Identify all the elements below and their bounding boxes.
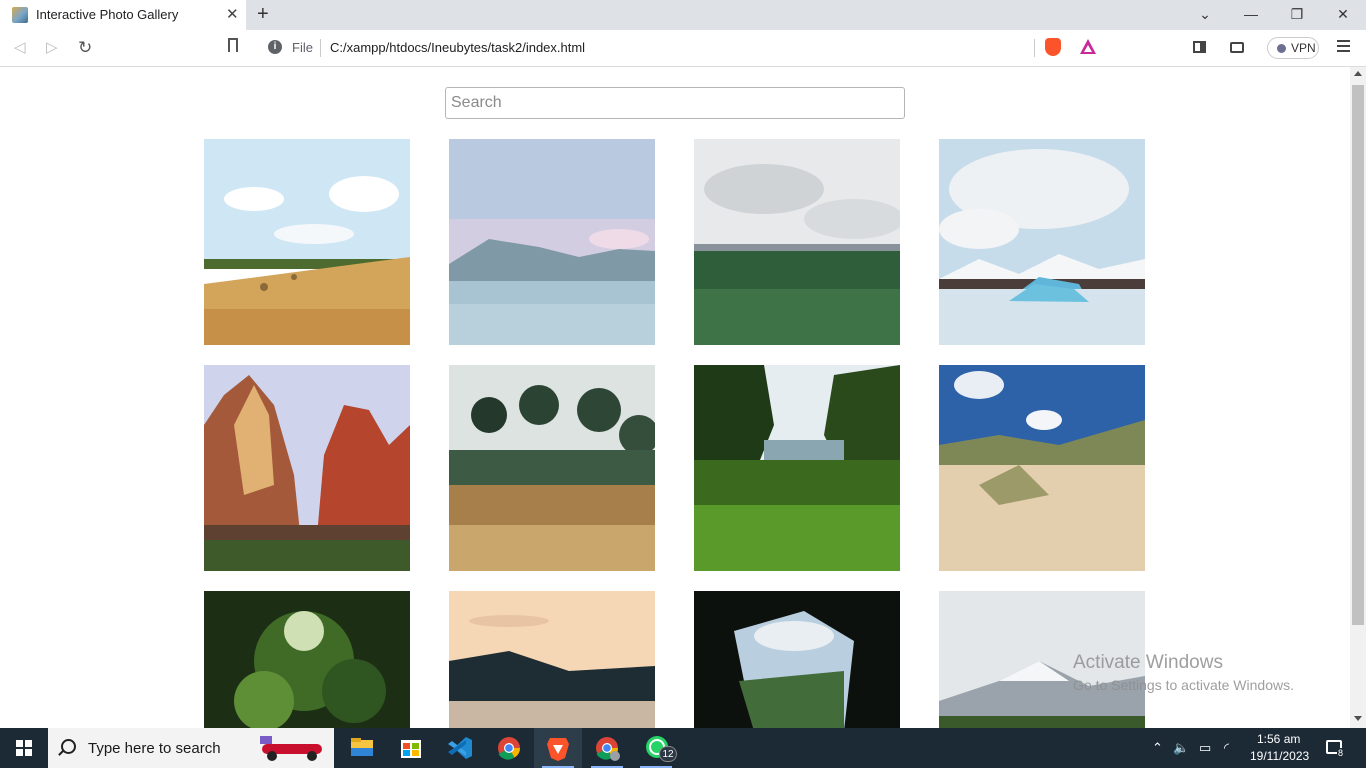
forward-icon[interactable]: ▷ (46, 38, 58, 58)
gallery-photo[interactable] (204, 365, 410, 571)
close-window-button[interactable]: ✕ (1328, 4, 1358, 24)
vpn-button[interactable]: VPN (1267, 37, 1319, 59)
wifi-icon[interactable]: ◜ (1224, 740, 1229, 756)
scroll-down-arrow-icon[interactable] (1354, 716, 1362, 721)
gallery-photo[interactable] (449, 591, 655, 728)
browser-toolbar: ◁ ▷ ↻ i File C:/xampp/htdocs/Ineubytes/t… (0, 30, 1366, 67)
restore-button[interactable]: ❐ (1282, 4, 1312, 24)
minimize-button[interactable]: — (1236, 4, 1266, 24)
activate-windows-title: Activate Windows (1073, 652, 1223, 673)
vpn-status-icon (1277, 44, 1286, 53)
gallery-photo[interactable] (449, 139, 655, 345)
tab-close-icon[interactable]: ✕ (226, 6, 239, 24)
taskbar-search-box[interactable]: Type here to search (48, 728, 334, 768)
page-content (0, 67, 1350, 728)
volume-icon[interactable]: 🔈 (1173, 740, 1189, 756)
whatsapp-unread-badge: 12 (659, 746, 677, 762)
gallery-photo[interactable] (449, 365, 655, 571)
file-label: File (292, 40, 313, 55)
chrome-icon[interactable] (485, 728, 533, 768)
bookmark-icon[interactable] (228, 38, 238, 52)
gallery-photo[interactable] (939, 139, 1145, 345)
brave-taskbar-icon[interactable] (534, 728, 582, 768)
windows-start-icon[interactable] (16, 740, 32, 756)
whatsapp-icon[interactable]: 12 (632, 728, 680, 768)
wallet-icon[interactable] (1230, 42, 1244, 53)
sidebar-icon[interactable] (1193, 41, 1206, 53)
address-divider (320, 39, 321, 57)
browser-tab[interactable]: Interactive Photo Gallery ✕ (0, 0, 246, 30)
gallery-photo[interactable] (204, 139, 410, 345)
microsoft-store-icon[interactable] (387, 728, 435, 768)
gallery-photo[interactable] (204, 591, 410, 728)
menu-icon[interactable] (1337, 40, 1350, 52)
address-bar[interactable]: C:/xampp/htdocs/Ineubytes/task2/index.ht… (330, 40, 585, 55)
battery-icon[interactable]: ▭ (1199, 740, 1211, 756)
vpn-label: VPN (1291, 41, 1316, 55)
search-icon (61, 739, 76, 754)
vs-code-icon[interactable] (436, 728, 484, 768)
gallery-photo[interactable] (694, 365, 900, 571)
taskbar: Type here to search 12 ⌃ 🔈 ▭ ◜ 1:56 am 1… (0, 728, 1366, 768)
clock-date[interactable]: 19/11/2023 (1250, 749, 1309, 763)
gallery-photo[interactable] (694, 139, 900, 345)
gallery-photo[interactable] (939, 365, 1145, 571)
tab-search-dropdown-icon[interactable]: ⌄ (1190, 4, 1220, 24)
scroll-up-arrow-icon[interactable] (1354, 71, 1362, 76)
gallery-photo[interactable] (694, 591, 900, 728)
search-input[interactable] (445, 87, 905, 119)
show-hidden-icons-chevron-icon[interactable]: ⌃ (1152, 740, 1163, 756)
page-scrollbar[interactable] (1350, 67, 1366, 728)
clock-time[interactable]: 1:56 am (1257, 732, 1300, 746)
address-divider (1034, 39, 1035, 57)
new-tab-button[interactable]: + (257, 3, 269, 25)
reload-icon[interactable]: ↻ (78, 38, 92, 58)
info-icon[interactable]: i (268, 40, 282, 54)
tab-title: Interactive Photo Gallery (36, 7, 179, 22)
scrollbar-thumb[interactable] (1352, 85, 1364, 625)
search-highlight-illustration-icon (260, 736, 322, 761)
back-icon[interactable]: ◁ (14, 38, 26, 58)
brave-rewards-icon[interactable] (1080, 39, 1096, 54)
activate-windows-subtitle: Go to Settings to activate Windows. (1073, 677, 1294, 693)
tab-bar: Interactive Photo Gallery ✕ + ⌄ — ❐ ✕ (0, 0, 1366, 30)
brave-shields-icon[interactable] (1045, 38, 1061, 56)
gallery-favicon-icon (12, 7, 28, 23)
notification-count: 8 (1337, 748, 1345, 758)
file-explorer-icon[interactable] (338, 728, 386, 768)
chrome-profile-icon[interactable] (583, 728, 631, 768)
taskbar-search-text: Type here to search (88, 740, 221, 757)
